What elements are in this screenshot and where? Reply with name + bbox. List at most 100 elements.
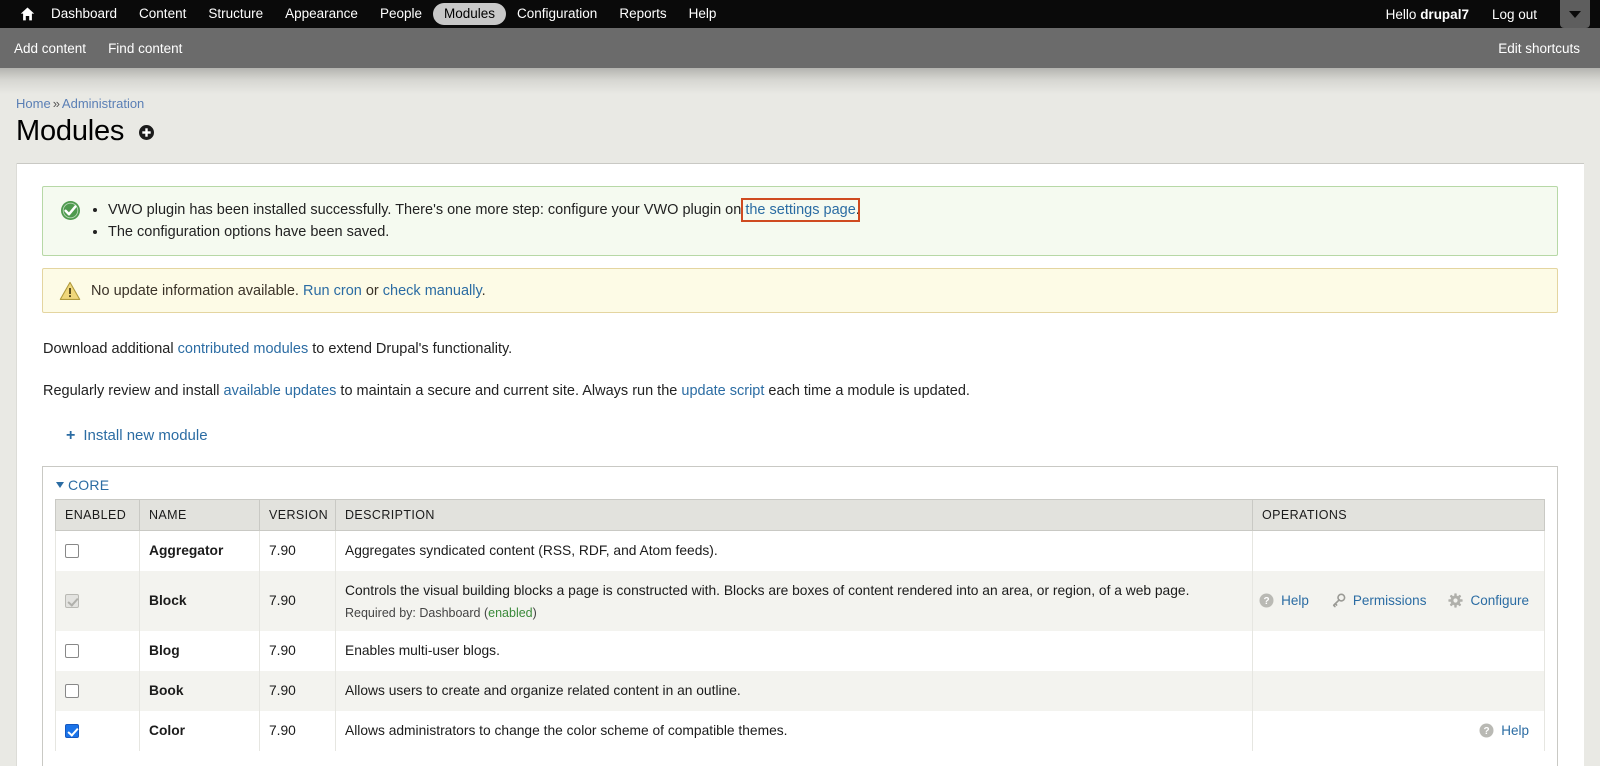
row-color-description-text: Allows administrators to change the colo…: [345, 722, 788, 738]
row-blog-description-text: Enables multi-user blogs.: [345, 642, 500, 658]
operation-configure-block[interactable]: Configure: [1448, 592, 1529, 609]
breadcrumb-home[interactable]: Home: [16, 96, 51, 111]
operation-permissions-block[interactable]: Permissions: [1331, 592, 1426, 609]
row-block-name: Block: [139, 570, 260, 631]
status-message-body: VWO plugin has been installed successful…: [85, 198, 1543, 243]
enable-checkbox-book[interactable]: [65, 684, 79, 699]
operation-help-block[interactable]: ? Help: [1259, 593, 1309, 609]
warning-message-body: No update information available. Run cro…: [85, 281, 1543, 301]
enable-checkbox-blog[interactable]: [65, 644, 79, 659]
gear-icon: [1448, 592, 1464, 609]
core-group-toggle[interactable]: CORE: [55, 477, 109, 493]
operation-configure-label: Configure: [1470, 593, 1529, 608]
enable-checkbox-color[interactable]: [65, 724, 79, 739]
toolbar-item-help[interactable]: Help: [678, 3, 728, 25]
page-inner: Home»Administration Modules LIST UPDATE …: [0, 68, 1600, 766]
enable-checkbox-block: [65, 594, 79, 609]
breadcrumb-administration[interactable]: Administration: [62, 96, 144, 111]
table-row: Color 7.90 Allows administrators to chan…: [55, 710, 1545, 751]
operation-help-color[interactable]: ? Help: [1479, 723, 1529, 739]
toolbar-item-appearance[interactable]: Appearance: [274, 3, 369, 25]
toolbar-item-dashboard[interactable]: Dashboard: [40, 3, 128, 25]
core-modules-fieldset: CORE ENABLED NAME VERSION DESCRIPTION OP…: [42, 465, 1558, 766]
row-color-operations: ? Help: [1252, 710, 1545, 751]
row-book-operations: [1252, 670, 1545, 711]
triangle-down-icon: [56, 481, 64, 488]
page-title: Modules: [16, 115, 125, 147]
settings-page-link[interactable]: the settings page: [741, 198, 860, 222]
status-message-item-2: The configuration options have been save…: [108, 221, 1543, 243]
contributed-modules-link[interactable]: contributed modules: [178, 341, 309, 357]
row-color-name: Color: [139, 710, 260, 751]
shortcut-links: Add content Find content: [14, 41, 1498, 56]
row-book-version: 7.90: [259, 670, 336, 711]
row-aggregator-version: 7.90: [259, 530, 336, 571]
row-blog-enabled-cell: [55, 630, 140, 671]
row-block-description-text: Controls the visual building blocks a pa…: [345, 582, 1190, 598]
row-aggregator-enabled-cell: [55, 530, 140, 571]
intro-p1-before: Download additional: [43, 341, 178, 357]
status-item-2-text: The configuration options have been save…: [108, 224, 390, 240]
run-cron-link[interactable]: Run cron: [303, 283, 362, 299]
key-icon: [1331, 592, 1347, 609]
required-by-state: enabled: [488, 605, 533, 620]
greeting-prefix: Hello: [1385, 6, 1421, 22]
row-color-description: Allows administrators to change the colo…: [335, 710, 1253, 751]
intro-p2-before: Regularly review and install: [43, 383, 224, 399]
toolbar-item-configuration[interactable]: Configuration: [506, 3, 608, 25]
toolbar-item-content[interactable]: Content: [128, 3, 197, 25]
username: drupal7: [1420, 6, 1469, 22]
admin-toolbar: Dashboard Content Structure Appearance P…: [0, 0, 1600, 28]
page-body: Home»Administration Modules LIST UPDATE …: [0, 68, 1600, 766]
home-icon[interactable]: [14, 3, 40, 25]
title-row: Modules: [16, 114, 1584, 148]
logout-link[interactable]: Log out: [1481, 4, 1548, 25]
check-manually-link[interactable]: check manually: [383, 283, 482, 299]
status-item-1-suffix: .: [855, 202, 860, 218]
install-new-module-link[interactable]: + Install new module: [42, 427, 208, 444]
update-script-link[interactable]: update script: [681, 383, 764, 399]
check-circle-icon: [55, 199, 85, 221]
intro-paragraph-1: Download additional contributed modules …: [42, 339, 1558, 359]
shortcut-add-content[interactable]: Add content: [14, 41, 86, 56]
warning-triangle-icon: [55, 280, 85, 301]
header-version: VERSION: [259, 498, 336, 531]
question-circle-icon: ?: [1479, 723, 1495, 739]
row-aggregator-operations: [1252, 530, 1545, 571]
operations-list: ? Help: [1259, 592, 1535, 609]
warning-text-middle: or: [361, 282, 383, 299]
toolbar-menu: Dashboard Content Structure Appearance P…: [14, 3, 1374, 25]
table-row: Blog 7.90 Enables multi-user blogs.: [55, 630, 1545, 671]
available-updates-link[interactable]: available updates: [224, 383, 337, 399]
svg-text:?: ?: [1484, 726, 1490, 737]
toolbar-item-reports[interactable]: Reports: [608, 3, 677, 25]
row-aggregator-name: Aggregator: [139, 530, 260, 571]
core-group-label: CORE: [68, 476, 110, 493]
svg-text:?: ?: [1264, 596, 1270, 607]
toolbar-user-area: Hello drupal7 Log out: [1374, 0, 1590, 28]
row-book-enabled-cell: [55, 670, 140, 711]
toolbar-drawer-toggle[interactable]: [1560, 0, 1590, 28]
shortcut-find-content[interactable]: Find content: [108, 41, 182, 56]
warning-message: No update information available. Run cro…: [42, 268, 1558, 313]
table-row: Block 7.90 Controls the visual building …: [55, 570, 1545, 631]
table-row: Aggregator 7.90 Aggregates syndicated co…: [55, 530, 1545, 571]
operation-help-label: Help: [1501, 723, 1529, 738]
toolbar-item-people[interactable]: People: [369, 3, 433, 25]
header-name: NAME: [139, 498, 260, 531]
row-blog-operations: [1252, 630, 1545, 671]
modules-table: ENABLED NAME VERSION DESCRIPTION OPERATI…: [55, 498, 1545, 751]
modules-table-header-row: ENABLED NAME VERSION DESCRIPTION OPERATI…: [55, 498, 1545, 531]
table-row: Book 7.90 Allows users to create and org…: [55, 670, 1545, 711]
toolbar-item-structure[interactable]: Structure: [197, 3, 274, 25]
row-blog-name: Blog: [139, 630, 260, 671]
enable-checkbox-aggregator[interactable]: [65, 544, 79, 559]
breadcrumb-separator: »: [52, 96, 60, 111]
status-message-item-1: VWO plugin has been installed successful…: [108, 198, 1543, 222]
edit-shortcuts-link[interactable]: Edit shortcuts: [1498, 41, 1580, 56]
toolbar-item-modules[interactable]: Modules: [432, 3, 507, 25]
question-circle-icon: ?: [1259, 593, 1275, 609]
modules-table-body: Aggregator 7.90 Aggregates syndicated co…: [55, 530, 1545, 751]
plus-circle-icon[interactable]: [138, 124, 155, 141]
row-aggregator-description-text: Aggregates syndicated content (RSS, RDF,…: [345, 542, 718, 558]
